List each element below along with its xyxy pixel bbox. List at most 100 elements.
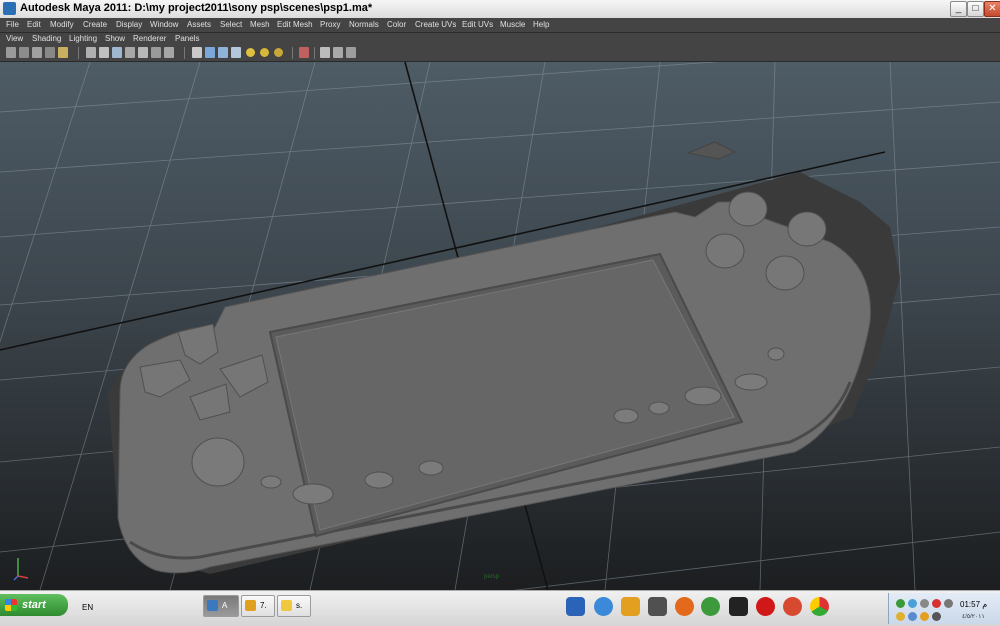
firefox-icon[interactable]	[675, 597, 694, 616]
windows-logo-icon	[5, 599, 17, 611]
safe-action-icon[interactable]	[151, 47, 161, 58]
start-label: start	[22, 599, 46, 611]
windows-taskbar: start EN A 7. s. 01:57 م ٤/٥/٢٠١١	[0, 590, 1000, 626]
toolbar-separator	[314, 47, 315, 59]
panel-menu-view[interactable]: View	[6, 33, 23, 45]
panel-menu-panels[interactable]: Panels	[175, 33, 199, 45]
taskbar-item-folder[interactable]: s.	[277, 595, 311, 617]
cursor-tool-icon[interactable]	[648, 597, 667, 616]
menu-help[interactable]: Help	[533, 18, 549, 32]
clock-date: ٤/٥/٢٠١١	[962, 614, 985, 620]
panel-menu-lighting[interactable]: Lighting	[69, 33, 97, 45]
media-player-icon[interactable]	[729, 597, 748, 616]
toolbar-separator	[184, 47, 185, 59]
taskbar-item-maya[interactable]: A	[203, 595, 239, 617]
toolbar-separator	[78, 47, 79, 59]
camera-attributes-icon[interactable]	[6, 47, 16, 58]
menu-proxy[interactable]: Proxy	[320, 18, 340, 32]
high-quality-icon[interactable]	[333, 47, 343, 58]
panel-menu-renderer[interactable]: Renderer	[133, 33, 166, 45]
safe-title-icon[interactable]	[164, 47, 174, 58]
folder-task-icon	[281, 600, 292, 611]
menu-create-uvs[interactable]: Create UVs	[415, 18, 456, 32]
menu-edit-uvs[interactable]: Edit UVs	[462, 18, 493, 32]
display-icon[interactable]	[932, 612, 941, 621]
taskbar-item-label: A	[222, 601, 228, 610]
panel-menu-shading[interactable]: Shading	[32, 33, 61, 45]
film-gate-icon[interactable]	[99, 47, 109, 58]
image-plane-icon[interactable]	[32, 47, 42, 58]
grid-toggle-icon[interactable]	[86, 47, 96, 58]
viewport-scene	[0, 62, 1000, 590]
maya-window: Autodesk Maya 2011: D:\my project2011\so…	[0, 0, 1000, 626]
start-button[interactable]: start	[0, 594, 68, 616]
resolution-gate-icon[interactable]	[112, 47, 122, 58]
messenger-icon[interactable]	[908, 599, 917, 608]
panel-menu-show[interactable]: Show	[105, 33, 125, 45]
main-menu-bar: File Edit Modify Create Display Window A…	[0, 18, 1000, 33]
tray-app-icon[interactable]	[944, 599, 953, 608]
menu-create[interactable]: Create	[83, 18, 107, 32]
two-d-pan-icon[interactable]	[45, 47, 55, 58]
maya-task-icon	[207, 600, 218, 611]
menu-edit[interactable]: Edit	[27, 18, 41, 32]
menu-color[interactable]: Color	[387, 18, 406, 32]
grease-pencil-icon[interactable]	[58, 47, 68, 58]
menu-mesh[interactable]: Mesh	[250, 18, 270, 32]
taskbar-item-label: s.	[296, 601, 303, 610]
menu-edit-mesh[interactable]: Edit Mesh	[277, 18, 313, 32]
panel-toolbar	[0, 45, 1000, 62]
updates-icon[interactable]	[896, 612, 905, 621]
smooth-shade-icon[interactable]	[205, 47, 215, 58]
clock-time[interactable]: 01:57 م	[960, 600, 987, 609]
menu-muscle[interactable]: Muscle	[500, 18, 525, 32]
language-indicator[interactable]: EN	[82, 603, 93, 612]
taskbar-item-label: 7.	[260, 601, 267, 610]
wireframe-icon[interactable]	[192, 47, 202, 58]
internet-explorer-icon[interactable]	[594, 597, 613, 616]
perspective-viewport[interactable]	[0, 62, 1000, 590]
menu-display[interactable]: Display	[116, 18, 142, 32]
bluetooth-icon[interactable]	[908, 612, 917, 621]
menu-assets[interactable]: Assets	[187, 18, 211, 32]
shadows-icon[interactable]	[260, 48, 269, 57]
flashget-tray-icon[interactable]	[920, 612, 929, 621]
view-axis-indicator	[13, 558, 29, 581]
minimize-button[interactable]: _	[950, 1, 967, 17]
menu-modify[interactable]: Modify	[50, 18, 74, 32]
field-chart-icon[interactable]	[138, 47, 148, 58]
use-default-light-icon[interactable]	[246, 48, 255, 57]
maya-logo-icon	[3, 2, 16, 15]
xray-icon[interactable]	[299, 47, 309, 58]
close-button[interactable]: ✕	[984, 1, 1000, 17]
game-icon[interactable]	[783, 597, 802, 616]
isolate-select-icon[interactable]	[320, 47, 330, 58]
opera-icon[interactable]	[756, 597, 775, 616]
toolbar-separator	[292, 47, 293, 59]
textured-icon[interactable]	[274, 48, 283, 57]
maximize-button[interactable]: □	[967, 1, 984, 17]
shade-all-icon[interactable]	[218, 47, 228, 58]
utorrent-icon[interactable]	[701, 597, 720, 616]
antivirus-icon[interactable]	[932, 599, 941, 608]
gate-mask-icon[interactable]	[125, 47, 135, 58]
window-title: Autodesk Maya 2011: D:\my project2011\so…	[20, 2, 373, 14]
xray-joints-icon[interactable]	[346, 47, 356, 58]
taskbar-item-flashget[interactable]: 7.	[241, 595, 275, 617]
network-icon[interactable]	[896, 599, 905, 608]
volume-icon[interactable]	[920, 599, 929, 608]
panel-menu-bar: View Shading Lighting Show Renderer Pane…	[0, 33, 1000, 45]
menu-normals[interactable]: Normals	[349, 18, 379, 32]
menu-window[interactable]: Window	[150, 18, 178, 32]
camera-name-label: persp	[484, 574, 500, 580]
psp-model[interactable]	[108, 141, 900, 574]
bookmark-icon[interactable]	[19, 47, 29, 58]
menu-select[interactable]: Select	[220, 18, 242, 32]
title-bar[interactable]: Autodesk Maya 2011: D:\my project2011\so…	[0, 0, 1000, 19]
chrome-icon[interactable]	[810, 597, 829, 616]
wireframe-on-shaded-icon[interactable]	[231, 47, 241, 58]
flashget-icon[interactable]	[621, 597, 640, 616]
desktop-icon[interactable]	[566, 597, 585, 616]
menu-file[interactable]: File	[6, 18, 19, 32]
flashget-task-icon	[245, 600, 256, 611]
